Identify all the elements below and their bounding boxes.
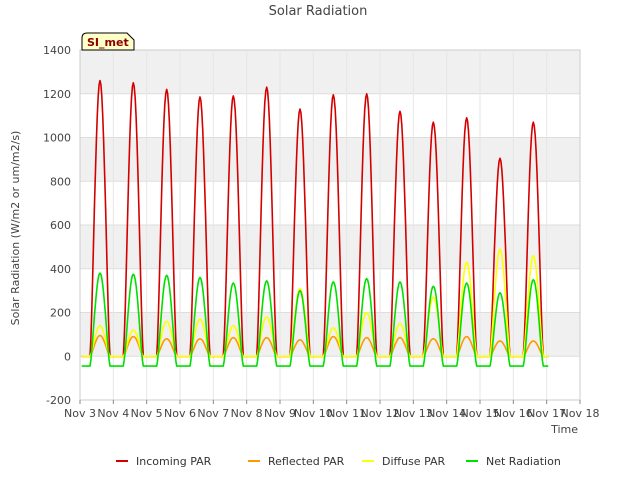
y-tick-label: 0: [64, 350, 71, 363]
chart-title: Solar Radiation: [269, 4, 368, 19]
x-tick-label: Nov 18: [561, 407, 600, 420]
y-tick-label: 800: [50, 175, 71, 188]
y-tick-label: 200: [50, 307, 71, 320]
y-tick-label: 1000: [43, 132, 71, 145]
y-tick-label: 1200: [43, 88, 71, 101]
y-axis-label: Solar Radiation (W/m2 or um/m2/s): [9, 131, 22, 326]
y-tick-label: -200: [46, 394, 71, 407]
x-tick-label: Nov 9: [264, 407, 296, 420]
x-tick-label: Nov 3: [64, 407, 96, 420]
plot-band: [80, 50, 580, 94]
x-tick-label: Nov 7: [197, 407, 229, 420]
legend-label: Reflected PAR: [268, 455, 345, 468]
legend-label: Incoming PAR: [136, 455, 212, 468]
y-tick-label: 1400: [43, 44, 71, 57]
x-axis-ticks: Nov 3 Nov 4 Nov 5 Nov 6 Nov 7 Nov 8 Nov 9 Nov 1…: [64, 400, 599, 420]
legend-label: Net Radiation: [486, 455, 561, 468]
x-tick-label: Nov 6: [164, 407, 196, 420]
y-tick-label: 600: [50, 219, 71, 232]
y-axis-ticks: -200 0 200 400 600 800 1000 1200 1400: [43, 44, 71, 407]
legend-label: Diffuse PAR: [382, 455, 446, 468]
solar-radiation-chart: Solar Radiation -200 0 200 400 600 800 1000 120…: [9, 4, 599, 468]
y-tick-label: 400: [50, 263, 71, 276]
x-tick-label: Nov 4: [97, 407, 129, 420]
x-tick-label: Nov 5: [131, 407, 163, 420]
x-axis-label: Time: [550, 423, 578, 436]
site-badge: SI_met: [81, 32, 135, 51]
site-badge-label: SI_met: [87, 36, 129, 49]
x-tick-label: Nov 8: [231, 407, 263, 420]
legend: Incoming PAR Reflected PAR Diffuse PAR Net …: [116, 455, 561, 468]
